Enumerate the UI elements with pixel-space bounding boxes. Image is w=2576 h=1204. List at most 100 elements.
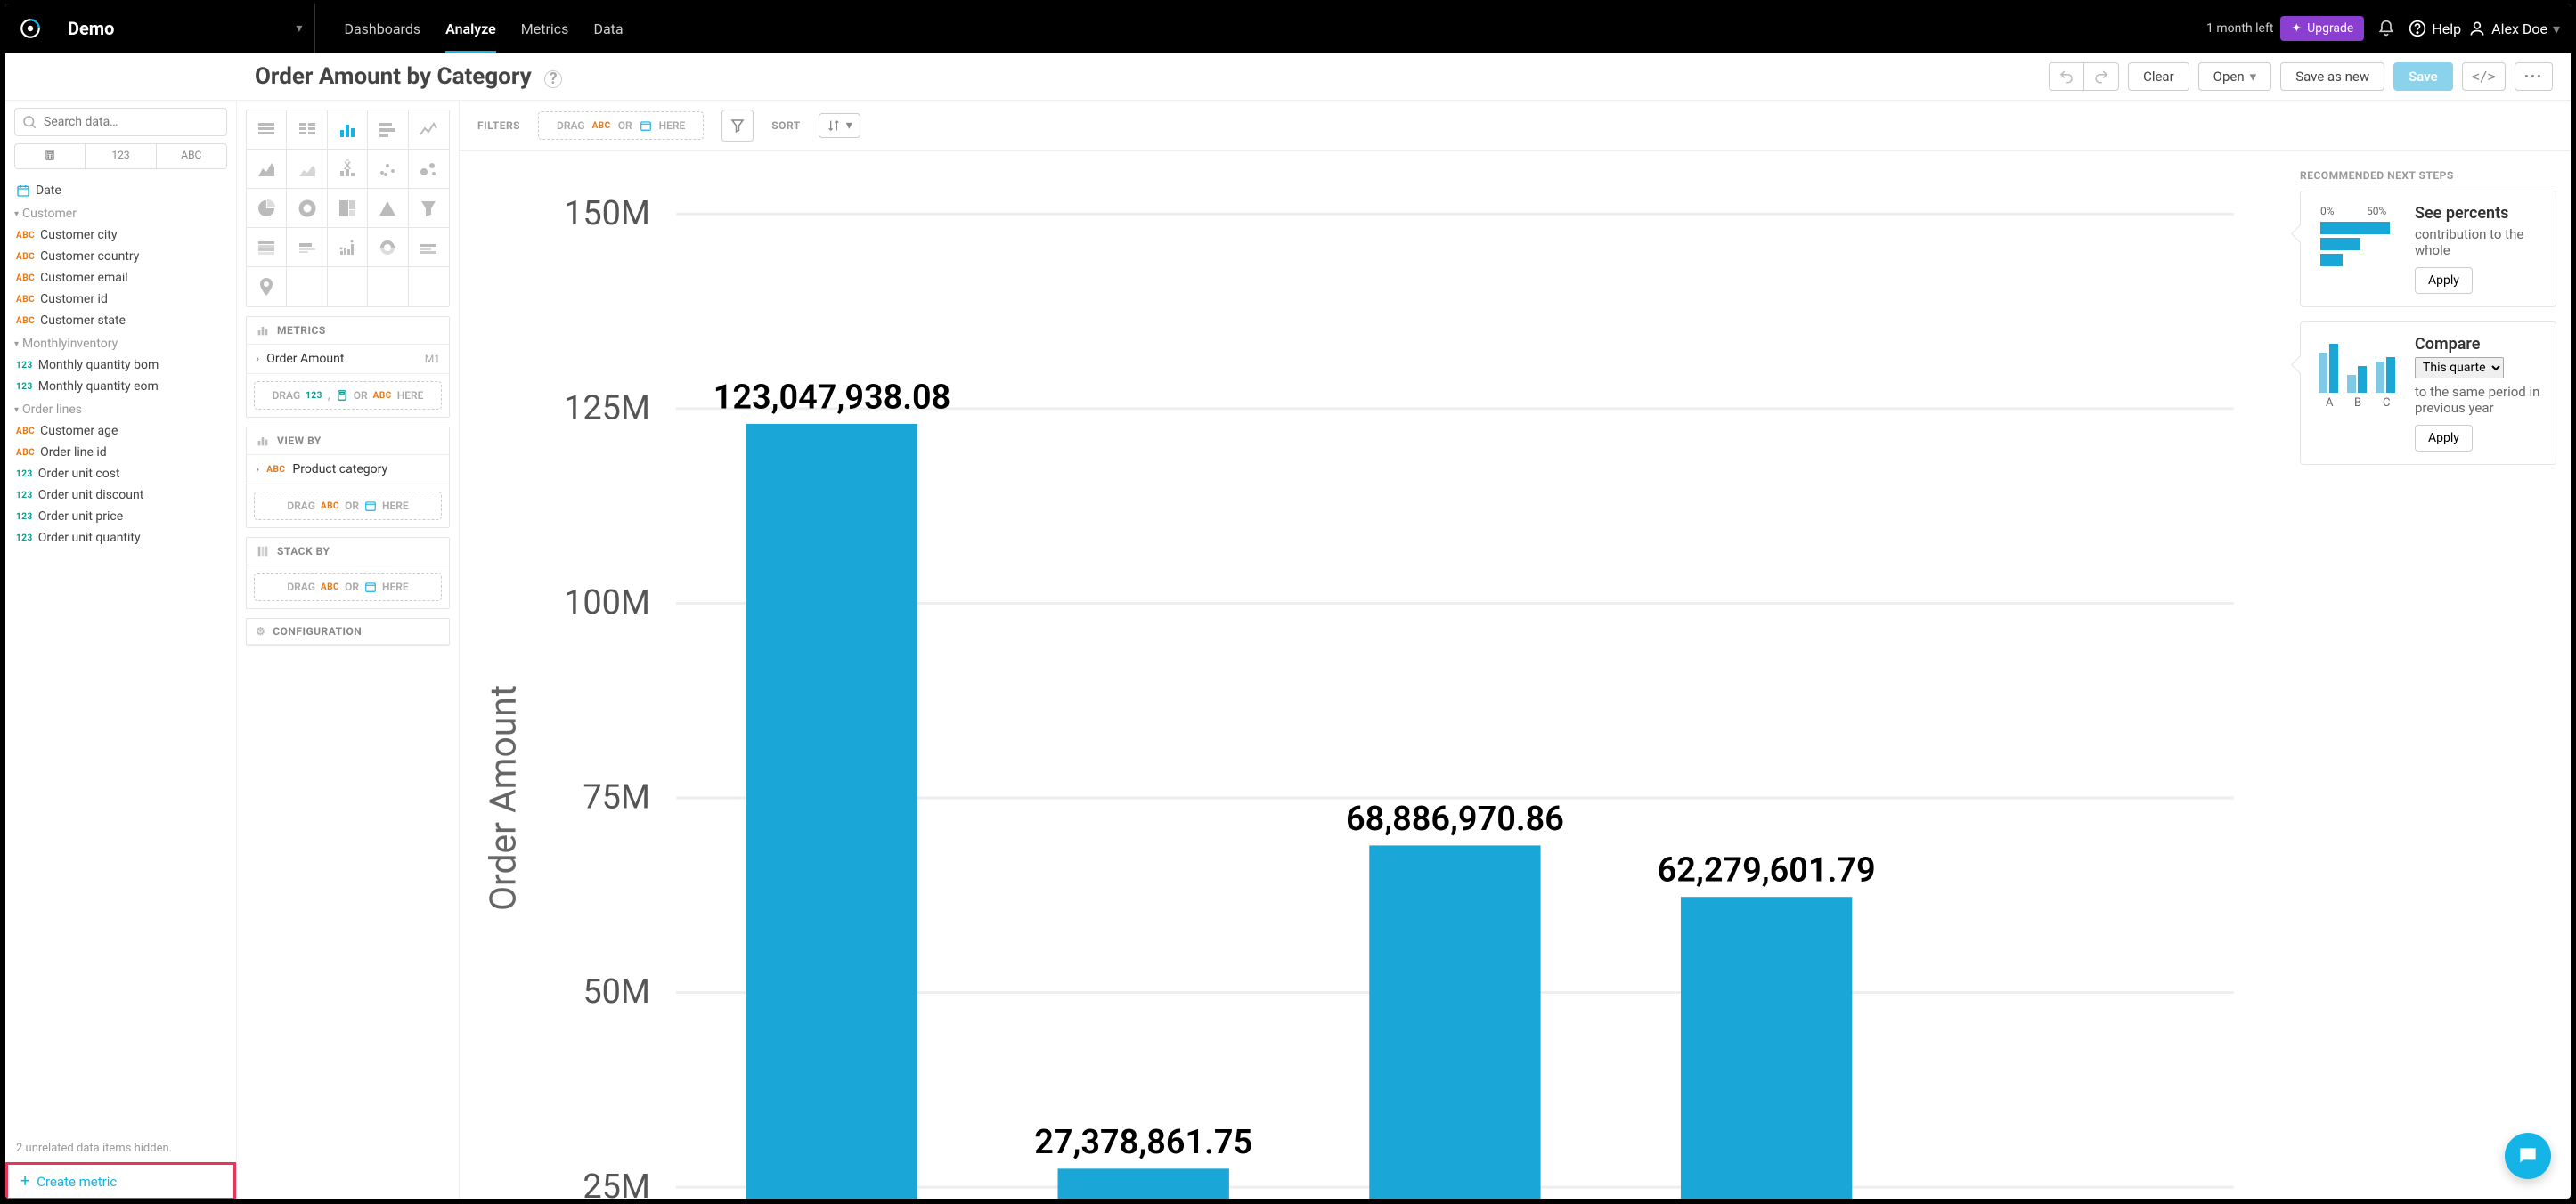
workspace-name: Demo <box>68 18 114 39</box>
hidden-items-note: 2 unrelated data items hidden. <box>14 1136 227 1160</box>
viz-heatmap[interactable] <box>247 228 287 267</box>
save-as-button[interactable]: Save as new <box>2280 62 2384 91</box>
tree-item[interactable]: 123Monthly quantity bom <box>14 354 227 376</box>
viz-line[interactable] <box>409 110 449 150</box>
nav-metrics[interactable]: Metrics <box>521 4 569 53</box>
undo-button[interactable] <box>2049 62 2084 91</box>
open-button[interactable]: Open▾ <box>2198 62 2272 91</box>
viz-treemap[interactable] <box>328 189 368 228</box>
user-icon <box>2468 20 2486 37</box>
filter-bar: FILTERS DRAG ABC OR HERE SORT ▾ <box>460 101 2571 151</box>
tree-item[interactable]: ABCCustomer id <box>14 289 227 310</box>
svg-text:150M: 150M <box>564 194 650 233</box>
app-logo[interactable] <box>16 14 45 43</box>
more-button[interactable]: ••• <box>2515 62 2553 91</box>
metric-item[interactable]: › Order Amount M1 <box>247 345 449 374</box>
filter-num[interactable]: 123 <box>86 144 156 168</box>
apply-compare-button[interactable]: Apply <box>2415 425 2473 452</box>
viz-bar[interactable] <box>368 110 408 150</box>
tree-item[interactable]: 123Monthly quantity eom <box>14 376 227 397</box>
viz-scatter[interactable] <box>368 150 408 189</box>
viz-pie[interactable] <box>247 189 287 228</box>
stackby-dropzone[interactable]: DRAG ABC OR HERE <box>254 573 442 601</box>
viz-funnel[interactable] <box>409 189 449 228</box>
titlebar: Order Amount by Category ? Clear Open▾ S… <box>5 53 2571 101</box>
tree-group[interactable]: ▾Order lines <box>14 397 227 420</box>
help-icon[interactable]: ? <box>544 70 562 88</box>
nav-analyze[interactable]: Analyze <box>445 4 496 53</box>
clear-button[interactable]: Clear <box>2128 62 2189 91</box>
viz-bubble[interactable] <box>409 150 449 189</box>
svg-text:68,886,970.86: 68,886,970.86 <box>1346 800 1564 839</box>
filter-button[interactable] <box>721 110 754 142</box>
tree-item[interactable]: 123Order unit price <box>14 506 227 527</box>
viz-bullet[interactable] <box>328 228 368 267</box>
viewby-item[interactable]: › ABC Product category <box>247 455 449 484</box>
svg-text:100M: 100M <box>564 583 650 622</box>
tree-item[interactable]: ABCOrder line id <box>14 442 227 463</box>
dots-icon: ••• <box>2524 69 2543 85</box>
viz-pivot[interactable] <box>287 110 327 150</box>
tree-item[interactable]: ABCCustomer state <box>14 310 227 331</box>
create-metric-button[interactable]: + Create metric <box>20 1172 221 1191</box>
svg-text:25M: 25M <box>583 1167 650 1199</box>
tree-item[interactable]: 123Order unit discount <box>14 484 227 506</box>
help-button[interactable]: Help <box>2409 20 2461 37</box>
upgrade-button[interactable]: ✦ Upgrade <box>2280 16 2364 41</box>
chat-button[interactable] <box>2505 1133 2551 1179</box>
sort-icon <box>827 118 841 133</box>
calendar-icon <box>16 183 30 198</box>
apply-percents-button[interactable]: Apply <box>2415 267 2473 294</box>
nav-dashboards[interactable]: Dashboards <box>344 4 420 53</box>
tree-item[interactable]: ABCCustomer country <box>14 246 227 267</box>
viz-picker: X̄ <box>246 110 450 307</box>
data-tree: Date ▾CustomerABCCustomer cityABCCustome… <box>14 180 227 1136</box>
tree-group[interactable]: ▾Monthlyinventory <box>14 331 227 354</box>
viz-table[interactable] <box>247 110 287 150</box>
trial-status: 1 month left <box>2206 21 2273 36</box>
tree-item[interactable]: 123Order unit quantity <box>14 527 227 549</box>
insight-title: Order Amount by Category ? <box>255 63 562 90</box>
user-menu[interactable]: Alex Doe ▾ <box>2468 20 2560 37</box>
viz-area[interactable] <box>247 150 287 189</box>
viz-donut[interactable] <box>287 189 327 228</box>
embed-button[interactable]: </> <box>2462 62 2506 91</box>
filter-calc[interactable] <box>15 144 86 168</box>
nav-data[interactable]: Data <box>593 4 623 53</box>
tree-group[interactable]: ▾Customer <box>14 201 227 224</box>
calendar-icon <box>640 119 652 132</box>
filters-dropzone[interactable]: DRAG ABC OR HERE <box>538 111 704 140</box>
filter-abc[interactable]: ABC <box>157 144 226 168</box>
viz-gauge[interactable] <box>368 228 408 267</box>
config-panel[interactable]: ⚙CONFIGURATION <box>246 618 450 646</box>
sort-button[interactable]: ▾ <box>819 113 860 138</box>
canvas: FILTERS DRAG ABC OR HERE SORT ▾ <box>460 101 2571 1199</box>
svg-text:50%: 50% <box>2367 205 2386 217</box>
viz-column[interactable] <box>328 110 368 150</box>
tree-item[interactable]: ABCCustomer city <box>14 224 227 246</box>
save-button[interactable]: Save <box>2393 62 2453 91</box>
tree-item[interactable]: ABCCustomer age <box>14 420 227 442</box>
search-input[interactable] <box>14 108 227 136</box>
viz-waterfall[interactable] <box>409 228 449 267</box>
metrics-panel: METRICS › Order Amount M1 DRAG 123 , OR … <box>246 316 450 418</box>
undo-icon <box>2058 69 2075 85</box>
viz-stacked-area[interactable] <box>287 150 327 189</box>
redo-button[interactable] <box>2083 62 2119 91</box>
viz-combo[interactable]: X̄ <box>328 150 368 189</box>
viz-geo[interactable] <box>247 267 287 306</box>
notifications-icon[interactable] <box>2371 13 2401 44</box>
tree-item[interactable]: ABCCustomer email <box>14 267 227 289</box>
svg-text:0%: 0% <box>2320 205 2335 217</box>
tree-date[interactable]: Date <box>14 180 227 201</box>
metrics-dropzone[interactable]: DRAG 123 , OR ABC HERE <box>254 381 442 410</box>
svg-text:125M: 125M <box>564 389 650 428</box>
viz-pyramid[interactable] <box>368 189 408 228</box>
viz-headline[interactable] <box>287 228 327 267</box>
reco-card-compare: A B C Compare This quarter to the same p… <box>2300 321 2556 465</box>
topbar: Demo ▾ Dashboards Analyze Metrics Data 1… <box>5 4 2571 53</box>
tree-item[interactable]: 123Order unit cost <box>14 463 227 484</box>
compare-period-select[interactable]: This quarter <box>2415 357 2504 378</box>
workspace-switcher[interactable]: Demo ▾ <box>55 4 315 53</box>
viewby-dropzone[interactable]: DRAG ABC OR HERE <box>254 492 442 520</box>
